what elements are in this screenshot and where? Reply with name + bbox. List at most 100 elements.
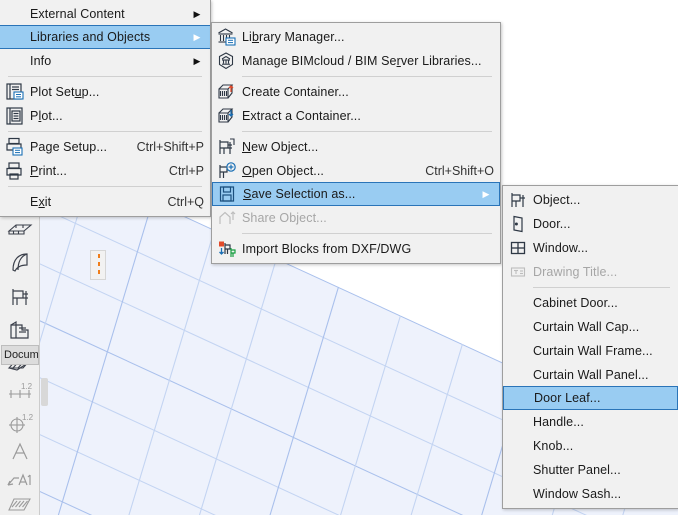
menu-item-save-selection-as[interactable]: Save Selection as... ▶ [212,182,500,206]
plotter-setup-icon [0,82,30,102]
menu-item-shortcut: Ctrl+Shift+O [407,164,494,178]
grid-line-vertical [192,344,463,515]
menu-item-door-leaf[interactable]: Door Leaf... [503,386,678,410]
menu-item-cabinet-door[interactable]: Cabinet Door... [503,291,678,315]
menu-item-curtain-wall-frame[interactable]: Curtain Wall Frame... [503,339,678,363]
menu-item-label: Object... [533,193,672,207]
menu-item-create-container[interactable]: Create Container... [212,80,500,104]
menu-item-manage-bimcloud[interactable]: Manage BIMcloud / BIM Server Libraries..… [212,49,500,73]
menu-item-plot[interactable]: Plot... [0,104,210,128]
menu-item-label: Shutter Panel... [533,463,672,477]
new-object-icon [212,137,242,157]
menu-item-label: Library Manager... [242,30,494,44]
menu-separator [242,76,492,77]
grid-line-vertical [130,315,401,515]
menu-item-curtain-wall-panel[interactable]: Curtain Wall Panel... [503,363,678,387]
drawing-title-icon [503,263,533,281]
menu-item-shutter-panel[interactable]: Shutter Panel... [503,458,678,482]
menu-item-door[interactable]: Door... [503,212,678,236]
menu-item-knob[interactable]: Knob... [503,434,678,458]
menu-item-label: Info [30,54,190,68]
menu-item-open-object[interactable]: Open Object... Ctrl+Shift+O [212,159,500,183]
menu-item-label: Door Leaf... [534,391,671,405]
menu-separator [242,233,492,234]
menu-item-extract-container[interactable]: Extract a Container... [212,104,500,128]
menu-item-label: Door... [533,217,672,231]
menu-item-label: Curtain Wall Cap... [533,320,672,334]
bimcloud-icon [212,51,242,71]
zone-tool-icon[interactable] [3,314,37,348]
menu-item-curtain-wall-cap[interactable]: Curtain Wall Cap... [503,315,678,339]
menu-item-handle[interactable]: Handle... [503,410,678,434]
import-blocks-icon [212,239,242,259]
chevron-right-icon: ▶ [479,190,493,199]
window-icon [503,239,533,257]
menu-item-label: Cabinet Door... [533,296,672,310]
menu-item-label: Open Object... [242,164,407,178]
grid-line-vertical [40,230,215,515]
menu-item-shortcut: Ctrl+Q [150,195,204,209]
menu-separator [242,131,492,132]
vertical-scrollbar-thumb[interactable] [41,378,48,406]
menu-item-label: Libraries and Objects [30,30,190,44]
menu-item-new-object[interactable]: New Object... [212,135,500,159]
grid-line-vertical [68,287,339,515]
menu-item-label: Drawing Title... [533,265,672,279]
grid-line-vertical [40,173,91,515]
shell-tool-icon[interactable] [3,246,37,280]
plotter-icon [0,106,30,126]
menu-item-object[interactable]: Object... [503,188,678,212]
printer-icon [0,161,30,181]
menu-item-plot-setup[interactable]: Plot Setup... [0,80,210,104]
menu-item-label: Curtain Wall Frame... [533,344,672,358]
menu-item-window-sash[interactable]: Window Sash... [503,482,678,506]
menu-item-external-content[interactable]: External Content ▶ [0,2,210,26]
chevron-right-icon: ▶ [190,33,204,42]
mesh-tool-icon[interactable] [3,212,37,246]
save-selection-icon [213,184,243,204]
menu-item-label: Create Container... [242,85,494,99]
chevron-right-icon: ▶ [190,10,204,19]
libraries-and-objects-submenu[interactable]: Library Manager... Manage BIMcloud / BIM… [211,22,501,264]
menu-item-label: Save Selection as... [243,187,479,201]
menu-item-info[interactable]: Info ▶ [0,49,210,73]
grid-line-vertical [40,201,153,515]
menu-item-window[interactable]: Window... [503,236,678,260]
menu-item-label: Handle... [533,415,672,429]
open-object-icon [212,161,242,181]
menu-item-library-manager[interactable]: Library Manager... [212,25,500,49]
menu-item-import-blocks[interactable]: Import Blocks from DXF/DWG [212,237,500,261]
extract-container-icon [212,106,242,126]
menu-separator [8,76,202,77]
menu-item-drawing-title: Drawing Title... [503,260,678,284]
menu-item-label: Plot... [30,109,204,123]
menu-separator [533,287,670,288]
menu-item-label: Plot Setup... [30,85,204,99]
menu-item-libraries-and-objects[interactable]: Libraries and Objects ▶ [0,25,210,49]
grid-line-vertical [40,258,277,515]
menu-item-label: Extract a Container... [242,109,494,123]
chevron-right-icon: ▶ [190,57,204,66]
menu-item-label: Page Setup... [30,140,119,154]
dimension-tool-icon[interactable]: 1.2 [3,374,37,408]
application-window: Docum 1.2 1.2 [0,0,678,515]
menu-item-label: External Content [30,7,190,21]
line-tool-icon[interactable] [3,508,37,515]
selection-marker[interactable] [90,250,106,280]
menu-item-label: Print... [30,164,151,178]
file-menu[interactable]: External Content ▶ Libraries and Objects… [0,0,211,217]
menu-item-print[interactable]: Print... Ctrl+P [0,159,210,183]
object-tool-icon[interactable] [3,280,37,314]
svg-text:1.2: 1.2 [22,413,34,422]
door-icon [503,215,533,233]
svg-text:1.2: 1.2 [21,382,33,391]
save-selection-as-submenu[interactable]: Object... Door... Window... [502,185,678,509]
menu-item-page-setup[interactable]: Page Setup... Ctrl+Shift+P [0,135,210,159]
menu-item-label: Window Sash... [533,487,672,501]
share-object-icon [212,208,242,228]
page-setup-icon [0,137,30,157]
menu-item-label: Exit [30,195,150,209]
menu-item-label: Curtain Wall Panel... [533,368,672,382]
document-group-label[interactable]: Docum [1,345,39,365]
menu-item-exit[interactable]: Exit Ctrl+Q [0,190,210,214]
